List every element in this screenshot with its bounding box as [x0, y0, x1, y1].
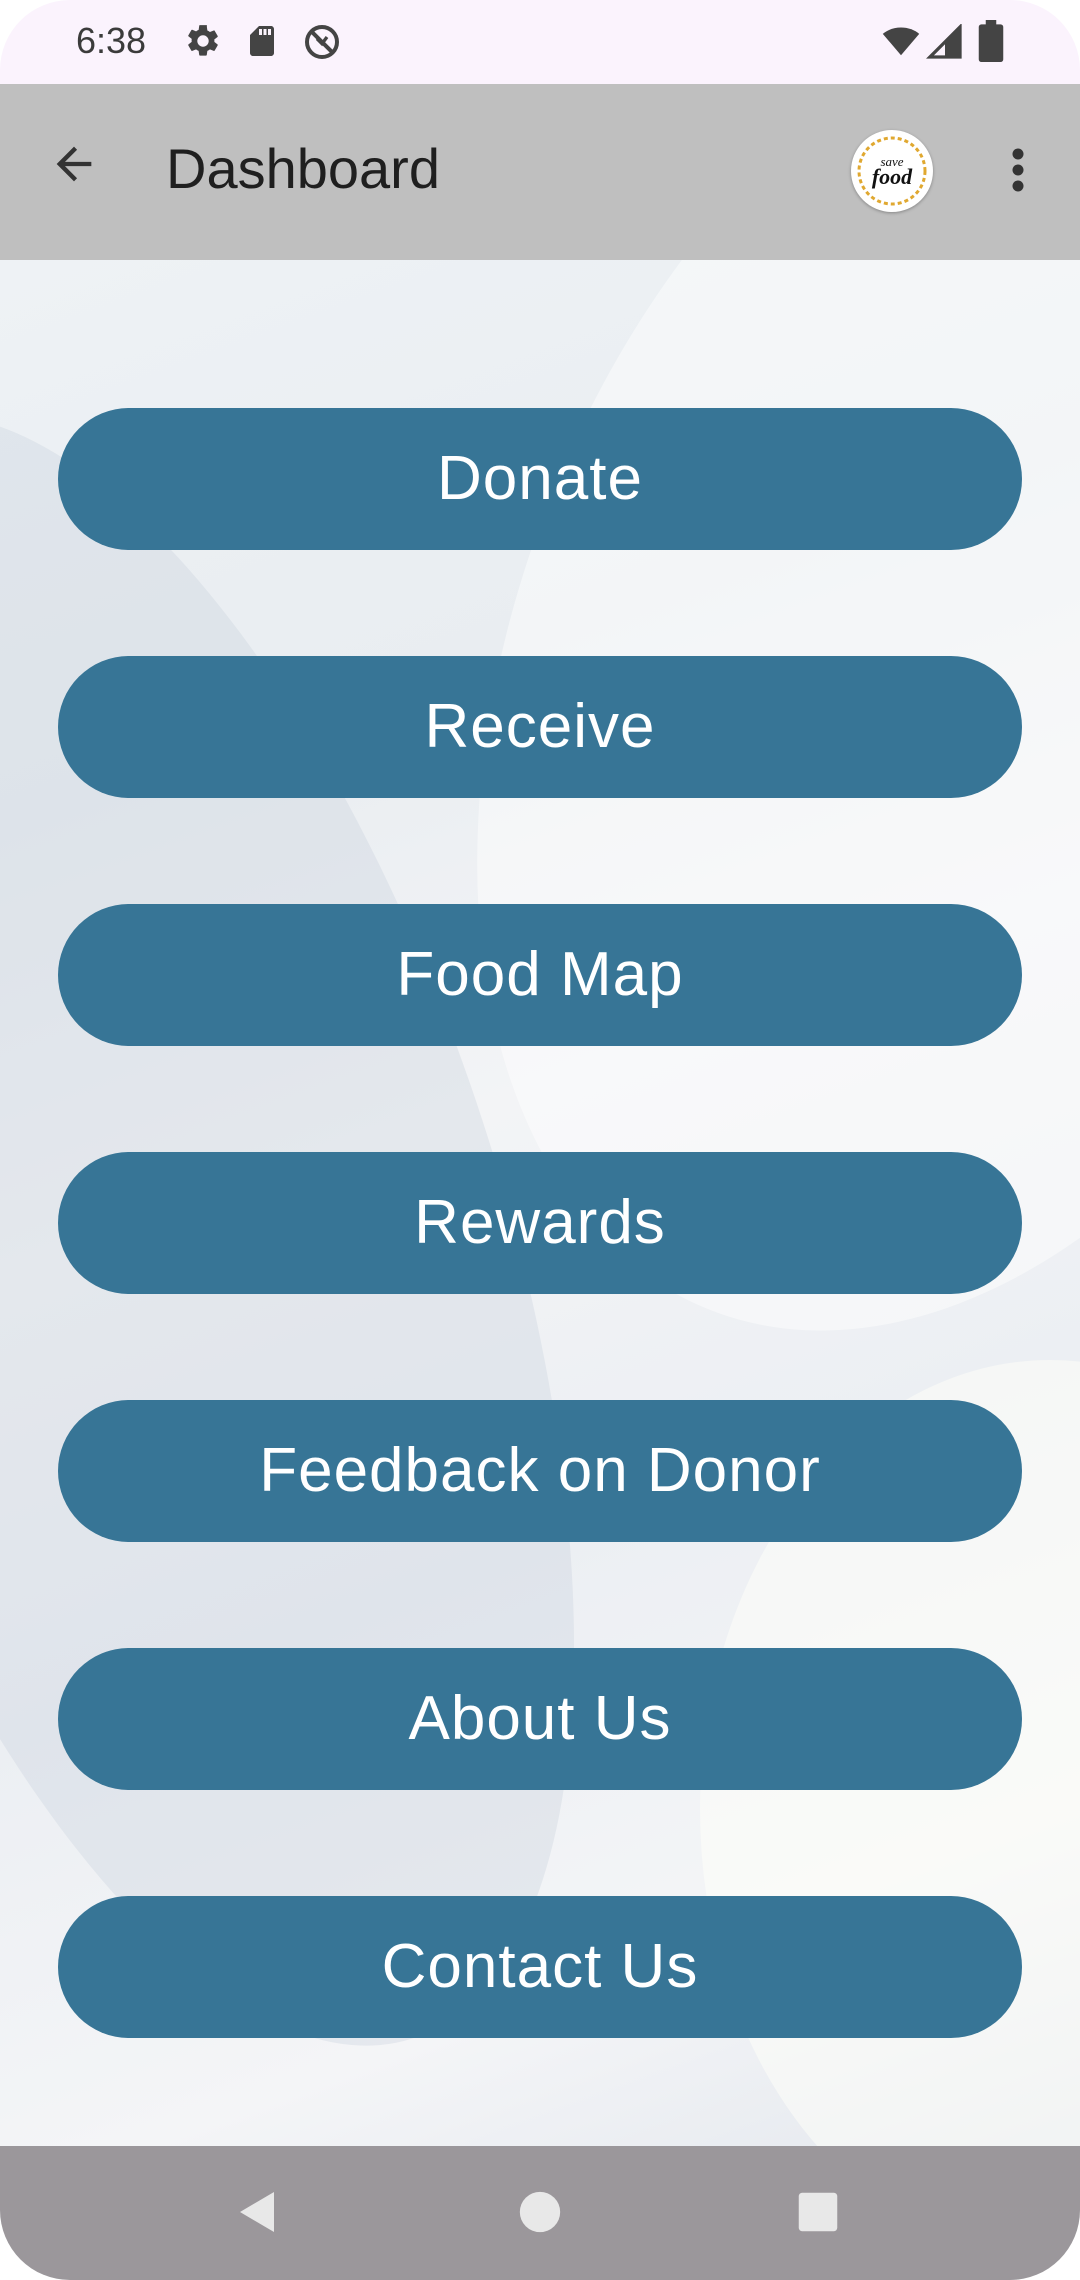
status-time: 6:38: [76, 20, 147, 61]
nav-recents-icon: [797, 2191, 839, 2238]
status-bar: 6:38: [0, 0, 1080, 84]
gear-icon: [184, 22, 222, 65]
sd-card-icon: [244, 22, 280, 65]
feedback-on-donor-button[interactable]: Feedback on Donor: [58, 1400, 1022, 1542]
rewards-button[interactable]: Rewards: [58, 1152, 1022, 1294]
nav-home-icon: [518, 2190, 562, 2239]
back-button[interactable]: [38, 130, 110, 202]
save-food-logo: save food: [851, 130, 933, 212]
nav-back-button[interactable]: [218, 2174, 298, 2254]
contact-us-button[interactable]: Contact Us: [58, 1896, 1022, 2038]
nav-recents-button[interactable]: [778, 2174, 858, 2254]
app-bar: Dashboard save food: [0, 84, 1080, 260]
logo-text-bottom: food: [872, 164, 913, 189]
arrow-back-icon: [48, 138, 100, 195]
wifi-icon: [880, 22, 922, 65]
about-us-button[interactable]: About Us: [58, 1648, 1022, 1790]
dashboard-content: Donate Receive Food Map Rewards Feedback…: [0, 260, 1080, 2146]
page-title: Dashboard: [166, 137, 440, 200]
battery-icon: [978, 20, 1004, 67]
device-screen: 6:38 Dashboard save food Donate Receive …: [0, 0, 1080, 2280]
no-sync-icon: [302, 22, 342, 67]
receive-button[interactable]: Receive: [58, 656, 1022, 798]
system-nav-bar: [0, 2146, 1080, 2280]
donate-button[interactable]: Donate: [58, 408, 1022, 550]
food-map-button[interactable]: Food Map: [58, 904, 1022, 1046]
cell-signal-icon: [926, 23, 964, 65]
more-vert-icon: [1011, 147, 1025, 198]
nav-back-icon: [234, 2187, 282, 2242]
menu-button-list: Donate Receive Food Map Rewards Feedback…: [58, 408, 1022, 2144]
more-options-button[interactable]: [990, 136, 1046, 208]
nav-home-button[interactable]: [500, 2174, 580, 2254]
